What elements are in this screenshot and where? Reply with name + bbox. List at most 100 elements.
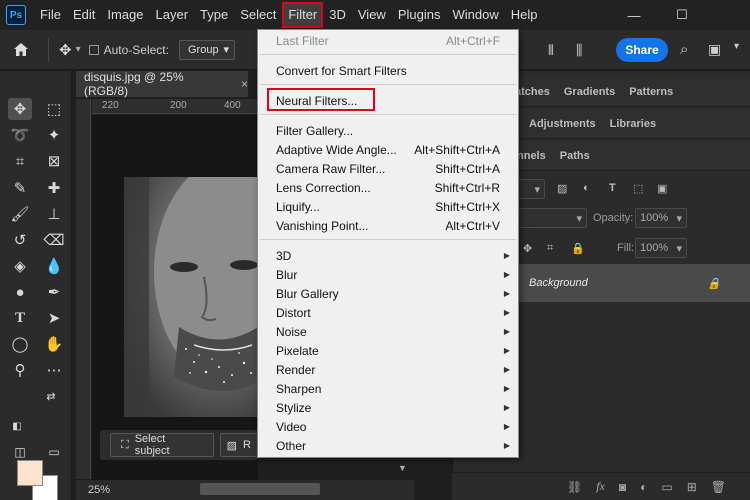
paint-bucket-icon[interactable]: ◈ (8, 255, 32, 277)
more-tools-icon[interactable]: ⋯ (42, 359, 66, 381)
fill-input[interactable]: 100% ▾ (635, 238, 687, 258)
menu-file[interactable]: File (34, 0, 67, 30)
share-button[interactable]: Share (616, 38, 668, 62)
tab-paths[interactable]: Paths (546, 150, 590, 162)
add-mask-icon[interactable]: ◙ (619, 480, 626, 494)
menu-plugins[interactable]: Plugins (392, 0, 447, 30)
menu-help[interactable]: Help (505, 0, 544, 30)
distribute-icon[interactable]: ⫼ (576, 42, 582, 59)
healing-brush-icon[interactable]: ✚ (42, 177, 66, 199)
maximize-button[interactable]: ☐ (660, 0, 704, 30)
lock-artboard-icon[interactable]: ⌗ (547, 242, 553, 255)
align-icon[interactable]: ⫴ (548, 42, 554, 59)
move-tool-icon[interactable]: ✥ (59, 41, 72, 59)
menu-item-noise[interactable]: Noise ▶ (258, 322, 518, 341)
menu-item-filter-gallery[interactable]: Filter Gallery... (258, 121, 518, 140)
hand-tool-icon[interactable]: ✋ (42, 333, 66, 355)
menu-item-lens-correction[interactable]: Lens Correction... Shift+Ctrl+R (258, 178, 518, 197)
frame-tool-icon[interactable]: ⊠ (42, 150, 66, 172)
link-layers-icon[interactable]: ⛓ (567, 480, 582, 494)
eyedropper-icon[interactable]: ✎ (8, 177, 32, 199)
menu-item-liquify[interactable]: Liquify... Shift+Ctrl+X (258, 197, 518, 216)
menu-item-render[interactable]: Render ▶ (258, 360, 518, 379)
new-group-icon[interactable]: ▭ (661, 480, 672, 494)
menu-item-3d[interactable]: 3D ▶ (258, 246, 518, 265)
adjustment-layer-icon[interactable]: ◐ (640, 480, 647, 494)
crop-tool-icon[interactable]: ⌗ (8, 150, 32, 172)
menu-3d[interactable]: 3D (323, 0, 352, 30)
move-tool-icon[interactable]: ✥ (8, 98, 32, 120)
filter-smart-object-icon[interactable]: ▣ (657, 182, 667, 195)
magic-wand-icon[interactable]: ✦ (42, 124, 66, 146)
dodge-tool-icon[interactable]: ● (8, 281, 32, 303)
tab-patterns[interactable]: Patterns (615, 86, 673, 98)
menu-item-other[interactable]: Other ▶ (258, 436, 518, 455)
ellipse-tool-icon[interactable]: ◯ (8, 333, 32, 355)
history-brush-icon[interactable]: ↺ (8, 229, 32, 251)
stamp-tool-icon[interactable]: ⊥ (42, 203, 66, 225)
auto-select-dropdown[interactable]: Group ▾ (178, 39, 235, 60)
layer-row-background[interactable]: Background 🔒 (515, 264, 750, 302)
menu-layer[interactable]: Layer (150, 0, 195, 30)
zoom-tool-icon[interactable]: ⚲ (8, 359, 32, 381)
chevron-down-icon[interactable]: ▾ (76, 44, 81, 55)
menu-item-sharpen[interactable]: Sharpen ▶ (258, 379, 518, 398)
auto-select-checkbox[interactable] (88, 44, 99, 55)
layer-filter-dropdown[interactable]: ▾ (515, 179, 545, 199)
filter-pixel-icon[interactable]: ▨ (557, 182, 567, 195)
remove-background-button[interactable]: ▨ R (219, 433, 258, 457)
path-selection-icon[interactable]: ➤ (42, 307, 66, 329)
home-icon[interactable] (0, 42, 42, 57)
opacity-input[interactable]: 100% ▾ (635, 208, 687, 228)
blend-mode-dropdown[interactable]: ▾ (515, 208, 587, 228)
menu-item-pixelate[interactable]: Pixelate ▶ (258, 341, 518, 360)
search-icon[interactable]: ⌕ (680, 41, 688, 58)
menu-image[interactable]: Image (101, 0, 149, 30)
chevron-down-icon[interactable]: ▾ (734, 41, 739, 52)
menu-item-stylize[interactable]: Stylize ▶ (258, 398, 518, 417)
menu-item-adaptive-wide-angle[interactable]: Adaptive Wide Angle... Alt+Shift+Ctrl+A (258, 140, 518, 159)
trash-icon[interactable]: 🗑 (711, 480, 726, 494)
screen-mode-icon[interactable]: ▭ (42, 441, 66, 463)
menu-view[interactable]: View (352, 0, 392, 30)
lock-all-icon[interactable]: 🔒 (571, 242, 585, 255)
menu-filter[interactable]: Filter (282, 2, 324, 28)
minimize-button[interactable]: — (612, 0, 656, 30)
tab-libraries[interactable]: Libraries (596, 118, 656, 130)
type-tool-icon[interactable]: T (8, 307, 32, 329)
close-icon[interactable]: × (241, 77, 248, 91)
menu-type[interactable]: Type (194, 0, 234, 30)
eraser-icon[interactable]: ⌫ (42, 229, 66, 251)
menu-item-convert-smart-filters[interactable]: Convert for Smart Filters (258, 61, 518, 80)
menu-edit[interactable]: Edit (67, 0, 101, 30)
blur-tool-icon[interactable]: 💧 (42, 255, 66, 277)
menu-item-video[interactable]: Video ▶ (258, 417, 518, 436)
zoom-level[interactable]: 25% (88, 484, 110, 496)
lock-position-icon[interactable]: ✥ (523, 242, 532, 255)
menu-item-blur[interactable]: Blur ▶ (258, 265, 518, 284)
menu-select[interactable]: Select (234, 0, 282, 30)
filter-adjustment-icon[interactable]: ◐ (583, 182, 590, 194)
brush-tool-icon[interactable]: 🖌 (8, 203, 32, 225)
lasso-tool-icon[interactable]: ➰ (8, 124, 32, 146)
layer-effects-icon[interactable]: fx (596, 479, 605, 494)
horizontal-scrollbar[interactable] (200, 483, 320, 495)
default-colors-icon[interactable]: ◧ (10, 415, 24, 437)
menu-item-camera-raw-filter[interactable]: Camera Raw Filter... Shift+Ctrl+A (258, 159, 518, 178)
pen-tool-icon[interactable]: ✒ (42, 281, 66, 303)
menu-item-blur-gallery[interactable]: Blur Gallery ▶ (258, 284, 518, 303)
document-tab[interactable]: disquis.jpg @ 25% (RGB/8) × (76, 70, 248, 98)
quick-mask-icon[interactable]: ◫ (8, 441, 32, 463)
new-layer-icon[interactable]: ⊞ (687, 480, 697, 494)
select-subject-button[interactable]: ⛶ Select subject (110, 433, 214, 457)
swap-colors-icon[interactable]: ⇄ (44, 385, 58, 407)
marquee-tool-icon[interactable]: ⬚ (42, 98, 66, 120)
foreground-color-swatch[interactable] (17, 460, 43, 486)
workspace-icon[interactable]: ▣ (708, 41, 721, 58)
tab-gradients[interactable]: Gradients (550, 86, 615, 98)
filter-shape-icon[interactable]: ⬚ (633, 182, 643, 195)
filter-type-icon[interactable]: T (609, 182, 616, 194)
menu-item-distort[interactable]: Distort ▶ (258, 303, 518, 322)
menu-window[interactable]: Window (446, 0, 504, 30)
menu-item-vanishing-point[interactable]: Vanishing Point... Alt+Ctrl+V (258, 216, 518, 235)
